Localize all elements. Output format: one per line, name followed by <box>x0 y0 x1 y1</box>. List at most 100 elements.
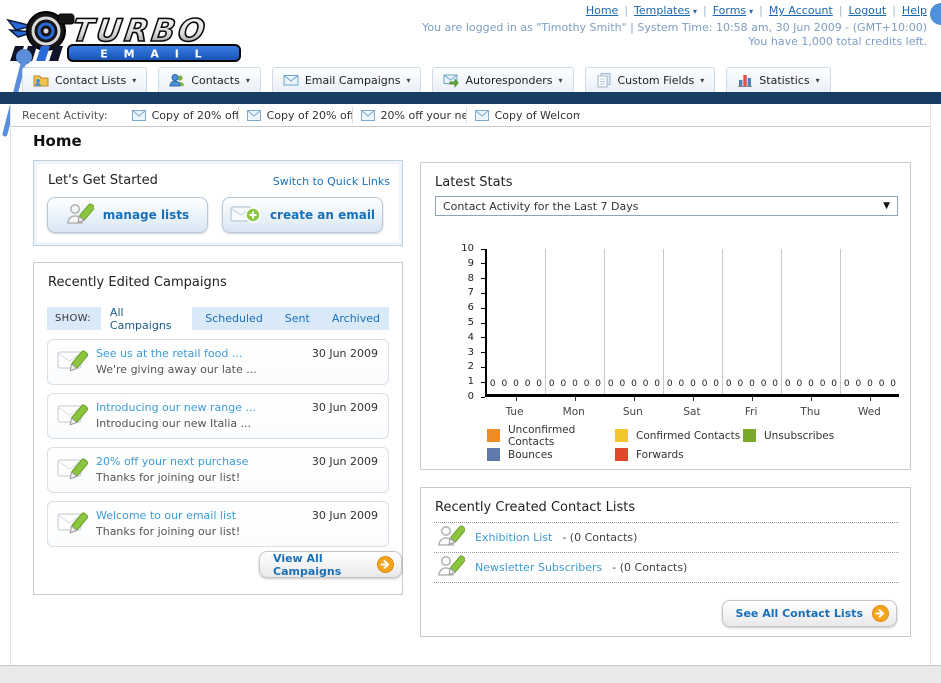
manage-lists-button[interactable]: manage lists <box>47 197 208 233</box>
contact-list-row[interactable]: Newsletter Subscribers - (0 Contacts) <box>434 553 899 583</box>
x-axis-tick <box>575 397 576 401</box>
envelope-icon <box>360 109 375 121</box>
legend-swatch <box>487 448 500 461</box>
campaign-title-link[interactable]: 20% off your next purchase <box>96 455 248 468</box>
page-border-right <box>930 104 931 665</box>
list-edit-icon <box>437 554 465 581</box>
chevron-down-icon: ▼ <box>883 201 890 211</box>
x-axis-label: Thu <box>800 406 821 418</box>
email-campaigns-icon <box>283 72 299 88</box>
top-link-logout[interactable]: Logout <box>849 4 887 17</box>
tab-label: Custom Fields <box>617 73 695 87</box>
campaign-card[interactable]: Introducing our new range ... Introducing… <box>47 393 389 439</box>
chart-legend: Unconfirmed Contacts Confirmed Contacts Un… <box>487 424 887 464</box>
recent-activity-item[interactable]: Copy of 20% off yc <box>237 107 352 123</box>
campaign-card[interactable]: Welcome to our email list Thanks for join… <box>47 501 389 547</box>
campaign-edit-icon <box>57 510 89 539</box>
list-edit-icon <box>437 524 465 551</box>
legend-swatch <box>487 429 500 442</box>
tab-custom-fields[interactable]: Custom Fields ▾ <box>584 67 716 92</box>
filter-archived[interactable]: Archived <box>323 309 389 328</box>
legend-swatch <box>615 429 628 442</box>
view-all-campaigns-button[interactable]: View All Campaigns <box>259 551 402 578</box>
tab-contacts[interactable]: Contacts ▾ <box>158 67 261 92</box>
y-axis-label: 8 <box>467 272 474 284</box>
tab-label: Autoresponders <box>465 73 553 87</box>
x-axis-tick <box>752 397 753 401</box>
bar-value-label: 0 <box>737 379 744 389</box>
x-axis-tick <box>634 397 635 401</box>
tab-contact-lists[interactable]: Contact Lists ▾ <box>22 67 148 92</box>
top-link-home[interactable]: Home <box>586 4 618 17</box>
legend-item-forwards: Forwards <box>615 445 743 464</box>
bar-value-label: 0 <box>890 379 897 389</box>
campaign-title-link[interactable]: Welcome to our email list <box>96 509 236 522</box>
see-all-contact-lists-button[interactable]: See All Contact Lists <box>721 600 897 627</box>
bar-value-label: 0 <box>878 379 885 389</box>
tab-email-campaigns[interactable]: Email Campaigns ▾ <box>271 67 422 92</box>
switch-quick-links-link[interactable]: Switch to Quick Links <box>273 175 390 188</box>
contact-list-count: - (0 Contacts) <box>562 531 638 544</box>
y-axis-label: 2 <box>467 361 474 373</box>
chevron-down-icon: ▾ <box>132 75 137 85</box>
contact-lists-panel: Recently Created Contact Lists Exhibitio… <box>420 487 911 637</box>
arrow-right-icon <box>377 556 394 573</box>
tab-autoresponders[interactable]: Autoresponders ▾ <box>432 67 574 92</box>
contact-list-row[interactable]: Exhibition List - (0 Contacts) <box>434 523 899 553</box>
chart-plot: 00000000000000000000000000000000000 <box>485 249 899 401</box>
top-link-help[interactable]: Help <box>902 4 927 17</box>
campaign-card[interactable]: See us at the retail food ... We're givin… <box>47 339 389 385</box>
x-axis-label: Sat <box>683 406 701 418</box>
top-link-templates[interactable]: Templates ▾ <box>634 4 697 17</box>
filter-sent[interactable]: Sent <box>276 309 319 328</box>
latest-stats-panel: Latest Stats Contact Activity for the La… <box>420 162 911 470</box>
filter-scheduled[interactable]: Scheduled <box>196 309 272 328</box>
chart-day-group: 00000 <box>546 249 605 401</box>
recent-activity-item[interactable]: Copy of 20% off yc <box>124 107 238 123</box>
campaign-date: 30 Jun 2009 <box>311 347 378 360</box>
arrow-right-icon <box>872 605 889 622</box>
campaign-title-link[interactable]: Introducing our new range ... <box>96 401 256 414</box>
recent-activity-item[interactable]: 20% off your next <box>351 107 466 123</box>
contact-list-link[interactable]: Exhibition List <box>475 531 552 544</box>
nav-separator: | <box>702 4 707 17</box>
top-link-forms[interactable]: Forms ▾ <box>713 4 753 17</box>
envelope-icon <box>246 109 261 121</box>
x-axis-label: Tue <box>505 406 524 418</box>
legend-swatch <box>615 448 628 461</box>
campaign-card[interactable]: 20% off your next purchase Thanks for joi… <box>47 447 389 493</box>
chart-day-group: 00000 <box>605 249 664 401</box>
chevron-down-icon: ▾ <box>406 75 411 85</box>
nav-separator: | <box>892 4 896 17</box>
tab-label: Contacts <box>191 73 240 87</box>
tab-statistics[interactable]: Statistics ▾ <box>726 67 831 92</box>
turbo-email-logo[interactable]: TURBO E M A I L <box>6 6 246 68</box>
logo-word-email: E M A I L <box>100 48 207 61</box>
bar-value-label: 0 <box>808 379 814 389</box>
campaign-title-link[interactable]: See us at the retail food ... <box>96 347 242 360</box>
top-link-my-account[interactable]: My Account <box>769 4 833 17</box>
chevron-down-icon: ▾ <box>815 75 820 85</box>
bar-value-label: 0 <box>725 379 732 389</box>
manage-lists-icon <box>66 202 94 229</box>
bar-value-label: 0 <box>595 379 602 389</box>
bar-value-label: 0 <box>642 379 649 389</box>
recent-activity-item[interactable]: Copy of Welcome tc <box>465 107 580 123</box>
contact-list-link[interactable]: Newsletter Subscribers <box>475 561 602 574</box>
get-started-title: Let's Get Started <box>48 173 158 188</box>
recent-activity-items: Copy of 20% off yc Copy of 20% off yc 20% … <box>124 104 580 126</box>
contact-list-count: - (0 Contacts) <box>612 561 688 574</box>
create-an-email-button[interactable]: create an email <box>222 197 383 233</box>
contact-lists-title: Recently Created Contact Lists <box>435 500 636 515</box>
custom-fields-icon <box>596 72 612 88</box>
bar-value-label: 0 <box>654 379 661 389</box>
envelope-icon <box>474 109 489 121</box>
bar-value-label: 0 <box>749 379 755 389</box>
y-axis-label: 9 <box>467 257 474 269</box>
legend-swatch <box>743 429 756 442</box>
stats-period-select[interactable]: Contact Activity for the Last 7 Days ▼ <box>435 196 898 216</box>
filter-all-campaigns[interactable]: All Campaigns <box>100 302 193 335</box>
campaign-edit-icon <box>57 456 89 485</box>
bar-value-label: 0 <box>548 379 555 389</box>
bar-value-label: 0 <box>631 379 637 389</box>
